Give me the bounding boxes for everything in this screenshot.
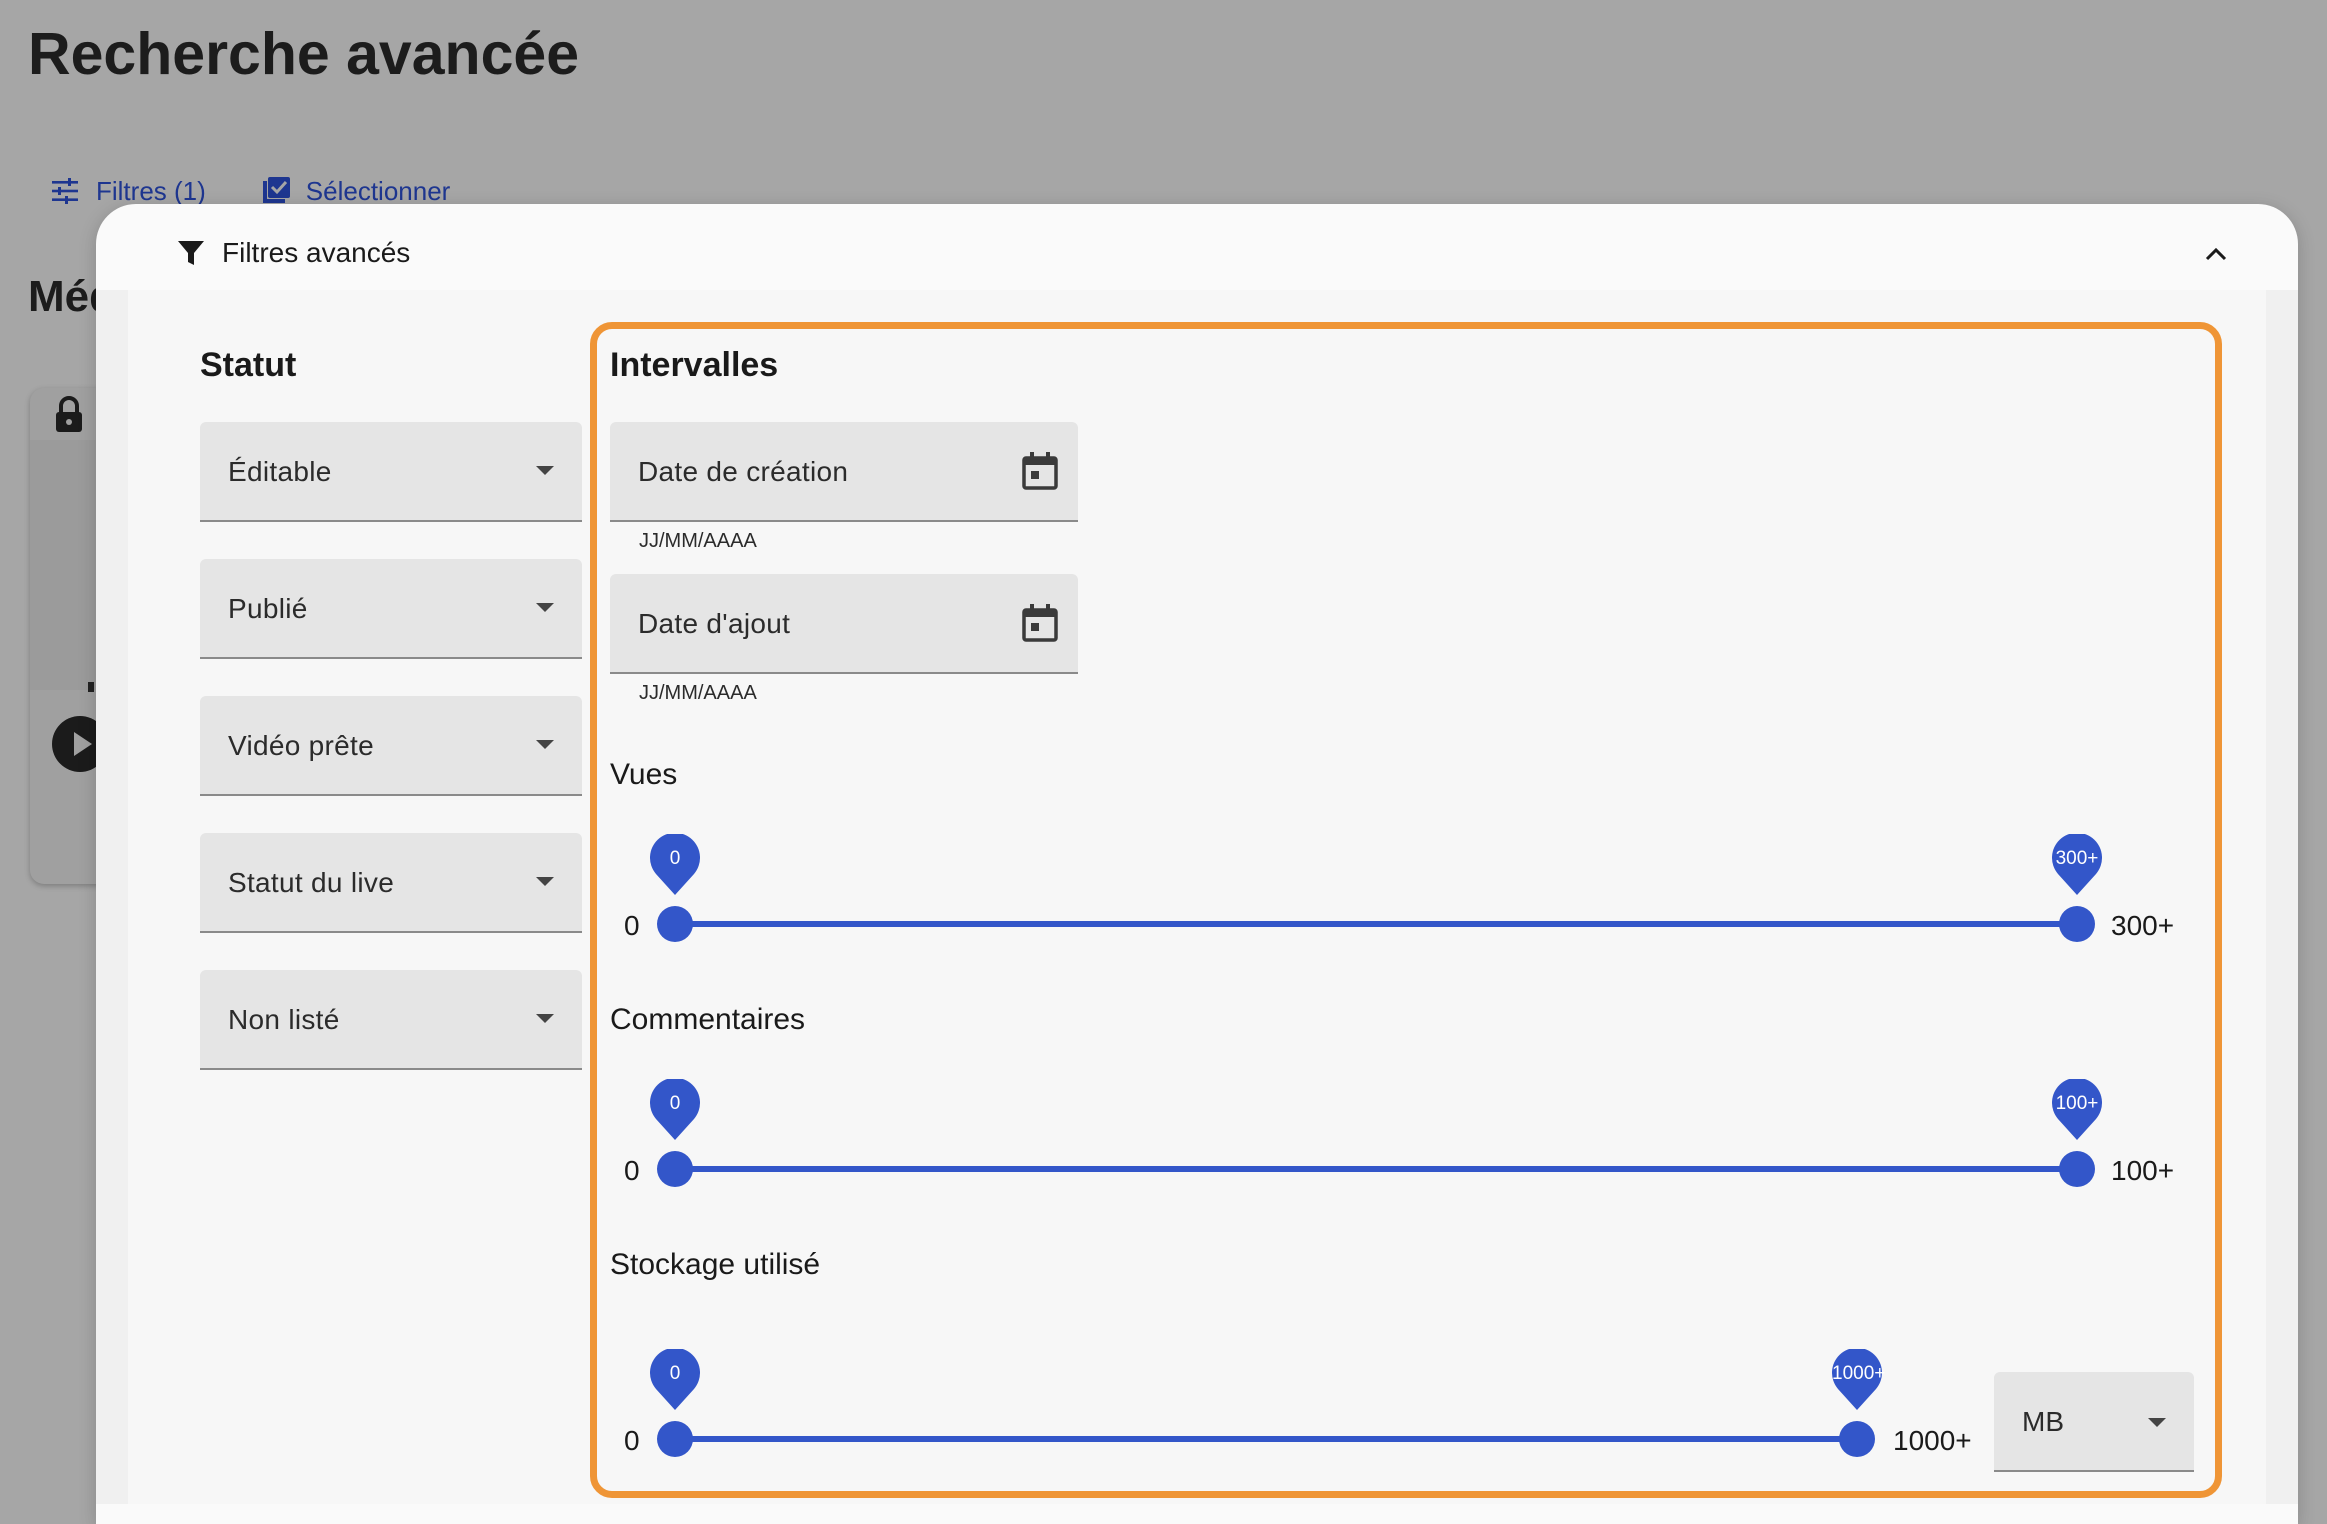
- storage-high-value: 1000+: [1832, 1363, 1886, 1384]
- comments-high-thumb[interactable]: [2059, 1151, 2095, 1187]
- creation-date-helper: JJ/MM/AAAA: [639, 530, 757, 552]
- tune-icon: [52, 178, 78, 204]
- arrow-drop-down-icon: [536, 603, 554, 612]
- panel-edge-left: [96, 290, 128, 1504]
- select-label: Vidéo prête: [228, 730, 375, 761]
- storage-low-thumb[interactable]: [657, 1421, 693, 1457]
- views-high-value: 300+: [2055, 848, 2099, 869]
- views-slider-title: Vues: [610, 758, 678, 791]
- views-min-label: 0: [624, 910, 640, 941]
- panel-edge-right: [2266, 290, 2298, 1504]
- status-heading: Statut: [200, 346, 297, 384]
- select-label: Non listé: [228, 1004, 340, 1035]
- creation-date-field[interactable]: Date de création: [610, 422, 1078, 522]
- status-select-published[interactable]: Publié: [200, 559, 582, 659]
- arrow-drop-down-icon: [536, 740, 554, 749]
- select-label: Publié: [228, 593, 308, 624]
- comments-high-value: 100+: [2055, 1093, 2099, 1114]
- storage-slider-track[interactable]: [675, 1436, 1857, 1442]
- intervals-heading: Intervalles: [610, 346, 779, 384]
- date-label: Date d'ajout: [638, 608, 791, 639]
- comments-slider-track[interactable]: [675, 1166, 2077, 1172]
- added-date-field[interactable]: Date d'ajout: [610, 574, 1078, 674]
- checkbox-icon: [262, 177, 290, 203]
- lock-icon: [56, 396, 82, 432]
- storage-slider-title: Stockage utilisé: [610, 1248, 821, 1281]
- views-low-value: 0: [669, 848, 681, 869]
- storage-unit-select[interactable]: MB: [1994, 1372, 2194, 1472]
- views-low-thumb[interactable]: [657, 906, 693, 942]
- comments-max-label: 100+: [2111, 1155, 2175, 1186]
- views-max-label: 300+: [2111, 910, 2175, 941]
- collapse-button[interactable]: [2196, 236, 2236, 272]
- date-label: Date de création: [638, 456, 849, 487]
- storage-high-thumb[interactable]: [1839, 1421, 1875, 1457]
- views-high-thumb[interactable]: [2059, 906, 2095, 942]
- status-select-editable[interactable]: Éditable: [200, 422, 582, 522]
- filters-button[interactable]: Filtres (1): [50, 176, 206, 207]
- comments-low-thumb[interactable]: [657, 1151, 693, 1187]
- divider-mark: [88, 682, 94, 692]
- views-slider-track[interactable]: [675, 921, 2077, 927]
- filters-button-label: Filtres (1): [96, 175, 206, 206]
- select-label: Éditable: [228, 456, 332, 487]
- comments-low-value: 0: [669, 1093, 681, 1114]
- comments-min-label: 0: [624, 1155, 640, 1186]
- select-button-label: Sélectionner: [305, 175, 451, 206]
- status-select-live[interactable]: Statut du live: [200, 833, 582, 933]
- storage-low-value: 0: [669, 1363, 681, 1384]
- status-select-video-ready[interactable]: Vidéo prête: [200, 696, 582, 796]
- page-title: Recherche avancée: [28, 21, 580, 87]
- select-button[interactable]: Sélectionner: [262, 175, 451, 207]
- calendar-icon[interactable]: [1020, 450, 1060, 492]
- calendar-icon[interactable]: [1020, 602, 1060, 644]
- storage-max-label: 1000+: [1893, 1425, 1972, 1456]
- filter-icon: [178, 241, 204, 265]
- panel-title: Filtres avancés: [222, 237, 411, 268]
- storage-min-label: 0: [624, 1425, 640, 1456]
- arrow-drop-down-icon: [536, 1014, 554, 1023]
- comments-slider-title: Commentaires: [610, 1003, 806, 1036]
- storage-unit-value: MB: [2022, 1406, 2064, 1437]
- arrow-drop-down-icon: [536, 466, 554, 475]
- status-select-unlisted[interactable]: Non listé: [200, 970, 582, 1070]
- panel-header[interactable]: Filtres avancés: [176, 230, 410, 276]
- arrow-drop-down-icon: [2148, 1418, 2166, 1427]
- arrow-drop-down-icon: [536, 877, 554, 886]
- added-date-helper: JJ/MM/AAAA: [639, 682, 757, 704]
- chevron-up-icon: [2205, 247, 2227, 261]
- select-label: Statut du live: [228, 867, 395, 898]
